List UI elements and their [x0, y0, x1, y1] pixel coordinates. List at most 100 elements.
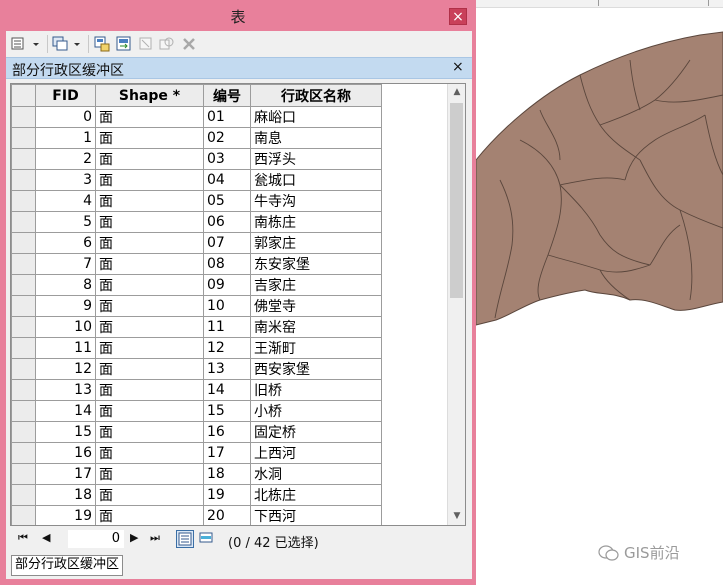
cell-name[interactable]: 佛堂寺: [250, 295, 382, 317]
row-selector[interactable]: [11, 169, 36, 191]
select-by-attributes-button[interactable]: [93, 35, 111, 53]
row-selector[interactable]: [11, 442, 36, 464]
cell-name[interactable]: 旧桥: [250, 379, 382, 401]
table-row[interactable]: 2 面 03 西浮头: [11, 148, 382, 170]
cell-name[interactable]: 固定桥: [250, 421, 382, 443]
cell-shape[interactable]: 面: [95, 253, 204, 275]
table-row[interactable]: 6 面 07 郭家庄: [11, 232, 382, 254]
cell-shape[interactable]: 面: [95, 358, 204, 380]
current-record-input[interactable]: 0: [68, 530, 124, 548]
cell-name[interactable]: 北栋庄: [250, 484, 382, 506]
cell-fid[interactable]: 4: [35, 190, 96, 212]
cell-name[interactable]: 东安家堡: [250, 253, 382, 275]
cell-fid[interactable]: 14: [35, 400, 96, 422]
cell-shape[interactable]: 面: [95, 106, 204, 128]
first-record-icon[interactable]: ⏮: [18, 531, 28, 545]
cell-name[interactable]: 王渐町: [250, 337, 382, 359]
cell-shape[interactable]: 面: [95, 190, 204, 212]
cell-code[interactable]: 07: [203, 232, 251, 254]
cell-name[interactable]: 麻峪口: [250, 106, 382, 128]
cell-code[interactable]: 16: [203, 421, 251, 443]
row-selector[interactable]: [11, 274, 36, 296]
scroll-down-arrow-icon[interactable]: ▼: [448, 508, 465, 525]
cell-fid[interactable]: 6: [35, 232, 96, 254]
row-selector[interactable]: [11, 505, 36, 525]
cell-shape[interactable]: 面: [95, 463, 204, 485]
row-selector-header[interactable]: [11, 84, 36, 107]
previous-record-icon[interactable]: ◀: [42, 531, 50, 544]
cell-fid[interactable]: 17: [35, 463, 96, 485]
cell-name[interactable]: 瓮城口: [250, 169, 382, 191]
cell-code[interactable]: 01: [203, 106, 251, 128]
cell-code[interactable]: 12: [203, 337, 251, 359]
column-header-fid[interactable]: FID: [35, 84, 96, 107]
cell-shape[interactable]: 面: [95, 484, 204, 506]
scroll-up-arrow-icon[interactable]: ▲: [448, 84, 465, 101]
cell-name[interactable]: 南米窑: [250, 316, 382, 338]
row-selector[interactable]: [11, 211, 36, 233]
table-row[interactable]: 10 面 11 南米窑: [11, 316, 382, 338]
column-header-shape[interactable]: Shape *: [95, 84, 204, 107]
cell-fid[interactable]: 0: [35, 106, 96, 128]
cell-code[interactable]: 14: [203, 379, 251, 401]
row-selector[interactable]: [11, 358, 36, 380]
table-row[interactable]: 4 面 05 牛寺沟: [11, 190, 382, 212]
cell-shape[interactable]: 面: [95, 127, 204, 149]
cell-fid[interactable]: 2: [35, 148, 96, 170]
cell-code[interactable]: 11: [203, 316, 251, 338]
cell-code[interactable]: 09: [203, 274, 251, 296]
row-selector[interactable]: [11, 379, 36, 401]
table-row[interactable]: 18 面 19 北栋庄: [11, 484, 382, 506]
cell-code[interactable]: 05: [203, 190, 251, 212]
table-row[interactable]: 16 面 17 上西河: [11, 442, 382, 464]
show-all-records-button[interactable]: [176, 530, 194, 548]
table-row[interactable]: 8 面 09 吉家庄: [11, 274, 382, 296]
zoom-to-selected-button[interactable]: [158, 35, 176, 53]
table-row[interactable]: 3 面 04 瓮城口: [11, 169, 382, 191]
cell-name[interactable]: 上西河: [250, 442, 382, 464]
cell-shape[interactable]: 面: [95, 211, 204, 233]
cell-shape[interactable]: 面: [95, 295, 204, 317]
cell-code[interactable]: 15: [203, 400, 251, 422]
column-header-name[interactable]: 行政区名称: [250, 84, 382, 107]
table-tab-close-button[interactable]: ×: [452, 59, 464, 75]
table-row[interactable]: 11 面 12 王渐町: [11, 337, 382, 359]
cell-fid[interactable]: 15: [35, 421, 96, 443]
cell-shape[interactable]: 面: [95, 274, 204, 296]
window-titlebar[interactable]: 表 ×: [0, 0, 476, 31]
table-row[interactable]: 5 面 06 南栋庄: [11, 211, 382, 233]
table-tab-header[interactable]: 部分行政区缓冲区 ×: [6, 57, 472, 79]
bottom-table-tab[interactable]: 部分行政区缓冲区: [11, 555, 124, 576]
cell-name[interactable]: 牛寺沟: [250, 190, 382, 212]
cell-shape[interactable]: 面: [95, 169, 204, 191]
column-header-code[interactable]: 编号: [203, 84, 251, 107]
cell-shape[interactable]: 面: [95, 337, 204, 359]
table-row[interactable]: 9 面 10 佛堂寺: [11, 295, 382, 317]
row-selector[interactable]: [11, 106, 36, 128]
row-selector[interactable]: [11, 421, 36, 443]
cell-code[interactable]: 04: [203, 169, 251, 191]
window-close-button[interactable]: ×: [449, 8, 467, 25]
cell-shape[interactable]: 面: [95, 316, 204, 338]
table-row[interactable]: 19 面 20 下西河: [11, 505, 382, 525]
cell-fid[interactable]: 7: [35, 253, 96, 275]
cell-fid[interactable]: 13: [35, 379, 96, 401]
cell-shape[interactable]: 面: [95, 442, 204, 464]
clear-selection-button[interactable]: [137, 35, 155, 53]
cell-name[interactable]: 下西河: [250, 505, 382, 525]
table-row[interactable]: 1 面 02 南息: [11, 127, 382, 149]
row-selector[interactable]: [11, 337, 36, 359]
cell-name[interactable]: 水洞: [250, 463, 382, 485]
cell-code[interactable]: 17: [203, 442, 251, 464]
row-selector[interactable]: [11, 190, 36, 212]
show-selected-records-button[interactable]: [198, 530, 216, 548]
cell-fid[interactable]: 3: [35, 169, 96, 191]
cell-fid[interactable]: 9: [35, 295, 96, 317]
table-row[interactable]: 13 面 14 旧桥: [11, 379, 382, 401]
table-row[interactable]: 7 面 08 东安家堡: [11, 253, 382, 275]
row-selector[interactable]: [11, 295, 36, 317]
cell-code[interactable]: 02: [203, 127, 251, 149]
cell-shape[interactable]: 面: [95, 421, 204, 443]
table-row[interactable]: 15 面 16 固定桥: [11, 421, 382, 443]
cell-code[interactable]: 10: [203, 295, 251, 317]
